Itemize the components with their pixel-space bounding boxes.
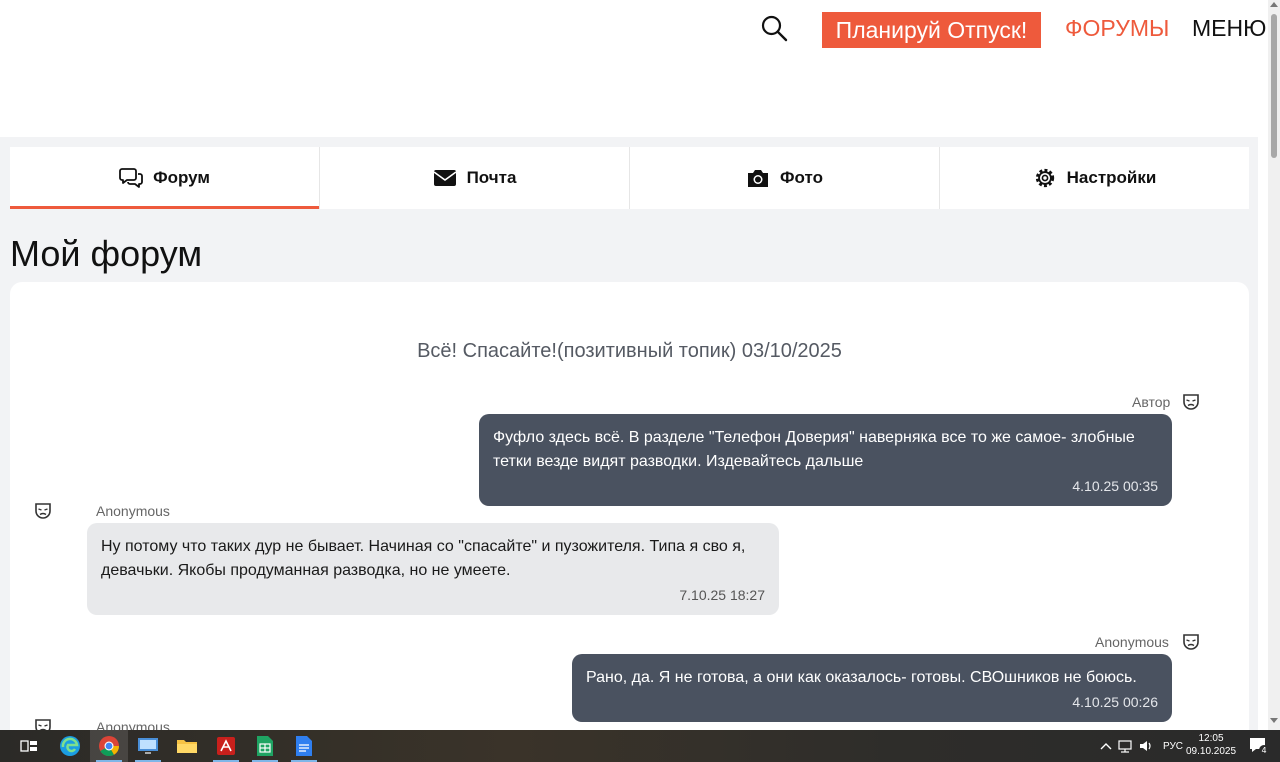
topic-card: Всё! Спасайте!(позитивный топик) 03/10/2… (10, 282, 1249, 730)
message-time: 4.10.25 00:26 (1072, 694, 1158, 710)
clock-date: 09.10.2025 (1186, 746, 1237, 757)
clock-time: 12:05 (1198, 733, 1224, 744)
chevron-up-icon[interactable] (1100, 742, 1112, 750)
anonymous-mask-icon (1183, 634, 1199, 650)
forum-tabs: Форум Почта Фото Настройки (10, 147, 1249, 209)
document-icon[interactable] (285, 730, 323, 762)
menu-link[interactable]: МЕНЮ (1192, 15, 1266, 42)
tab-label: Почта (466, 168, 517, 187)
volume-icon[interactable] (1138, 739, 1154, 753)
language-indicator[interactable]: РУС (1163, 741, 1183, 752)
notifications-icon[interactable]: 4 (1240, 730, 1278, 762)
system-tray: РУС (1100, 730, 1183, 762)
tab-photo[interactable]: Фото (630, 147, 940, 209)
tab-mail[interactable]: Почта (320, 147, 630, 209)
tab-label: Фото (780, 168, 823, 187)
edge-icon[interactable] (51, 730, 89, 762)
site-header: Планируй Отпуск! ФОРУМЫ МЕНЮ (0, 0, 1268, 137)
remote-desktop-icon[interactable] (129, 730, 167, 762)
file-explorer-icon[interactable] (168, 730, 206, 762)
network-icon[interactable] (1118, 739, 1134, 753)
message-text: Фуфло здесь всё. В разделе "Телефон Дове… (493, 429, 1135, 470)
gear-icon (1035, 168, 1054, 188)
message-author: Anonymous (96, 503, 170, 519)
scrollbar-thumb[interactable] (1271, 14, 1277, 158)
content-area: Форум Почта Фото Настройки Мой форум Всё… (0, 137, 1258, 730)
topic-title: Всё! Спасайте!(позитивный топик) 03/10/2… (417, 340, 842, 362)
chrome-icon[interactable] (90, 730, 128, 762)
clock[interactable]: 12:05 09.10.2025 (1186, 732, 1236, 758)
browser-viewport: Планируй Отпуск! ФОРУМЫ МЕНЮ Форум Почта (0, 0, 1268, 730)
chat-bubbles-icon (119, 168, 143, 188)
plan-vacation-button[interactable]: Планируй Отпуск! (822, 12, 1041, 48)
anonymous-mask-icon (35, 503, 51, 519)
tab-settings[interactable]: Настройки (940, 147, 1249, 209)
spreadsheet-icon[interactable] (246, 730, 284, 762)
message-author: Anonymous (96, 719, 170, 730)
message-text: Рано, да. Я не готова, а они как оказало… (586, 669, 1137, 686)
message-time: 7.10.25 18:27 (679, 587, 765, 603)
tab-label: Настройки (1066, 168, 1157, 187)
page-title: Мой форум (10, 233, 203, 274)
message-bubble: Рано, да. Я не готова, а они как оказало… (572, 654, 1172, 722)
scroll-down-arrow-icon[interactable] (1270, 718, 1278, 723)
message-time: 4.10.25 00:35 (1072, 478, 1158, 494)
search-icon[interactable] (760, 14, 788, 42)
forums-link[interactable]: ФОРУМЫ (1065, 15, 1169, 42)
notifications-count: 4 (1261, 746, 1266, 755)
message-bubble: Фуфло здесь всё. В разделе "Телефон Дове… (479, 414, 1172, 506)
message-bubble: Ну потому что таких дур не бывает. Начин… (87, 523, 779, 615)
message-author: Anonymous (1095, 634, 1169, 650)
anonymous-mask-icon (35, 719, 51, 730)
task-view-icon[interactable] (10, 730, 48, 762)
message-text: Ну потому что таких дур не бывает. Начин… (101, 538, 746, 579)
tab-label: Форум (153, 168, 210, 187)
page-scrollbar[interactable] (1268, 0, 1280, 730)
envelope-icon (433, 170, 457, 186)
tab-forum[interactable]: Форум (10, 147, 320, 209)
windows-taskbar: РУС 12:05 09.10.2025 4 (0, 730, 1280, 762)
message-author: Автор (1132, 394, 1171, 410)
camera-icon (748, 170, 769, 187)
anonymous-mask-icon (1183, 394, 1199, 410)
acrobat-icon[interactable] (207, 730, 245, 762)
scroll-up-arrow-icon[interactable] (1270, 2, 1278, 7)
